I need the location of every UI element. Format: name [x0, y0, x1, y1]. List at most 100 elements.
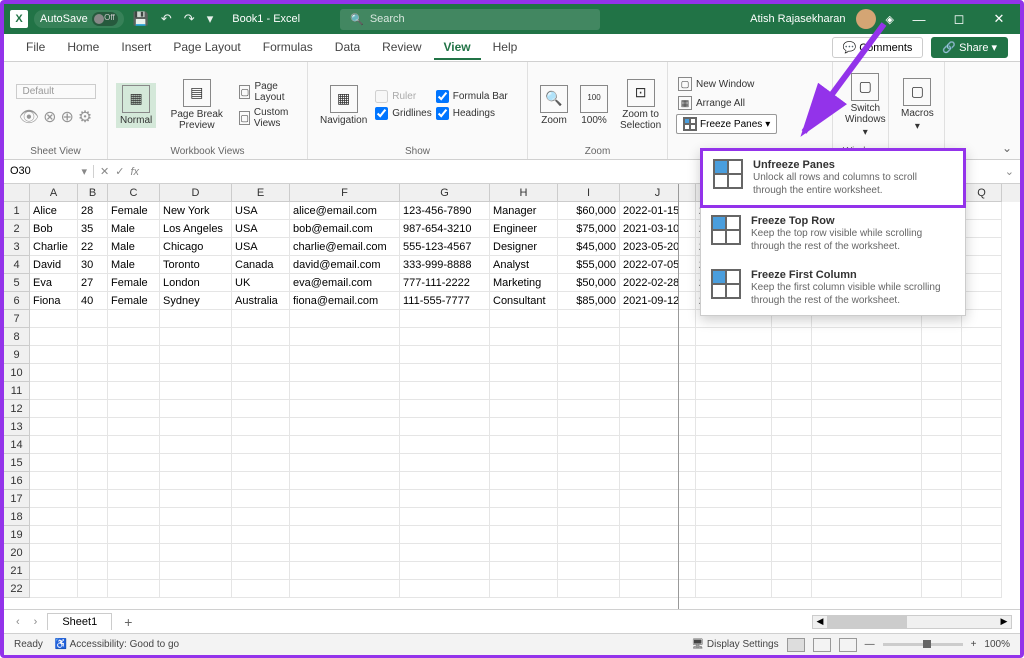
cell[interactable]	[620, 508, 696, 526]
cell[interactable]	[812, 472, 922, 490]
avatar[interactable]	[856, 9, 876, 29]
cell[interactable]	[962, 436, 1002, 454]
cell[interactable]: Los Angeles	[160, 220, 232, 238]
cell[interactable]	[78, 454, 108, 472]
cell[interactable]: 2021-03-10	[620, 220, 696, 238]
cell[interactable]	[772, 328, 812, 346]
row-header[interactable]: 20	[4, 544, 30, 562]
options-icon[interactable]: ⚙	[78, 107, 92, 127]
display-settings[interactable]: 🖥 Display Settings	[691, 639, 778, 650]
cell[interactable]	[772, 364, 812, 382]
cell[interactable]: Female	[108, 292, 160, 310]
cell[interactable]	[620, 346, 696, 364]
cell[interactable]	[160, 310, 232, 328]
cell[interactable]	[78, 346, 108, 364]
cell[interactable]	[696, 364, 772, 382]
cell[interactable]	[290, 328, 400, 346]
cell[interactable]: Eva	[30, 274, 78, 292]
cell[interactable]	[232, 508, 290, 526]
cell[interactable]	[922, 346, 962, 364]
cell[interactable]	[400, 382, 490, 400]
cell[interactable]	[232, 418, 290, 436]
page-break-button[interactable]: ▤Page Break Preview	[160, 77, 233, 133]
cell[interactable]	[696, 436, 772, 454]
cell[interactable]: Charlie	[30, 238, 78, 256]
cell[interactable]	[620, 400, 696, 418]
cell[interactable]	[772, 454, 812, 472]
collapse-ribbon-icon[interactable]: ⌄	[1002, 141, 1012, 155]
cell[interactable]	[108, 526, 160, 544]
cell[interactable]	[160, 508, 232, 526]
ruler-checkbox[interactable]: Ruler	[375, 90, 431, 103]
cell[interactable]	[696, 490, 772, 508]
zoom-selection-button[interactable]: ⊡Zoom to Selection	[616, 77, 665, 133]
cell[interactable]	[108, 562, 160, 580]
cell[interactable]: fiona@email.com	[290, 292, 400, 310]
cell[interactable]: Engineer	[490, 220, 558, 238]
cell[interactable]	[962, 202, 1002, 220]
cell[interactable]	[108, 400, 160, 418]
cell[interactable]	[78, 418, 108, 436]
cell[interactable]	[922, 526, 962, 544]
column-header[interactable]: I	[558, 184, 620, 202]
cell[interactable]	[78, 526, 108, 544]
zoom-button[interactable]: 🔍Zoom	[536, 83, 572, 128]
column-header[interactable]: Q	[962, 184, 1002, 202]
cell[interactable]	[78, 562, 108, 580]
cell[interactable]	[232, 382, 290, 400]
cell[interactable]	[962, 490, 1002, 508]
cell[interactable]	[232, 328, 290, 346]
cell[interactable]: 35	[78, 220, 108, 238]
cell[interactable]	[290, 580, 400, 598]
cell[interactable]	[30, 454, 78, 472]
cell[interactable]: eva@email.com	[290, 274, 400, 292]
cell[interactable]	[558, 526, 620, 544]
cell[interactable]	[108, 580, 160, 598]
row-header[interactable]: 5	[4, 274, 30, 292]
cell[interactable]	[962, 400, 1002, 418]
cell[interactable]	[232, 436, 290, 454]
undo-icon[interactable]: ↶	[158, 11, 175, 27]
row-header[interactable]: 19	[4, 526, 30, 544]
cell[interactable]	[108, 544, 160, 562]
cell[interactable]	[772, 580, 812, 598]
sheet-tab[interactable]: Sheet1	[47, 613, 112, 630]
cell[interactable]: 22	[78, 238, 108, 256]
cell[interactable]	[812, 454, 922, 472]
cell[interactable]	[108, 382, 160, 400]
cell[interactable]	[232, 400, 290, 418]
cell[interactable]	[490, 454, 558, 472]
cell[interactable]	[160, 490, 232, 508]
exit-icon[interactable]: ⊗	[43, 107, 56, 127]
tab-insert[interactable]: Insert	[111, 36, 161, 60]
cell[interactable]	[400, 562, 490, 580]
cell[interactable]	[696, 472, 772, 490]
column-header[interactable]: F	[290, 184, 400, 202]
cell[interactable]	[962, 382, 1002, 400]
cell[interactable]	[490, 418, 558, 436]
cell[interactable]	[232, 526, 290, 544]
cell[interactable]	[78, 400, 108, 418]
cell[interactable]	[558, 472, 620, 490]
cell[interactable]	[400, 526, 490, 544]
zoom-slider[interactable]	[883, 643, 963, 646]
cell[interactable]	[962, 454, 1002, 472]
cell[interactable]: USA	[232, 220, 290, 238]
cell[interactable]	[160, 580, 232, 598]
zoom-out-icon[interactable]: —	[865, 639, 875, 650]
cell[interactable]	[772, 544, 812, 562]
cell[interactable]	[30, 418, 78, 436]
normal-view-icon[interactable]	[787, 638, 805, 652]
cell[interactable]: Female	[108, 202, 160, 220]
cell[interactable]	[490, 490, 558, 508]
cell[interactable]	[232, 310, 290, 328]
cell[interactable]: Designer	[490, 238, 558, 256]
cell[interactable]: Chicago	[160, 238, 232, 256]
cell[interactable]	[922, 418, 962, 436]
cell[interactable]: 111-555-7777	[400, 292, 490, 310]
cell[interactable]	[696, 526, 772, 544]
cell[interactable]	[232, 490, 290, 508]
cell[interactable]	[772, 418, 812, 436]
cell[interactable]	[160, 526, 232, 544]
cell[interactable]	[812, 526, 922, 544]
